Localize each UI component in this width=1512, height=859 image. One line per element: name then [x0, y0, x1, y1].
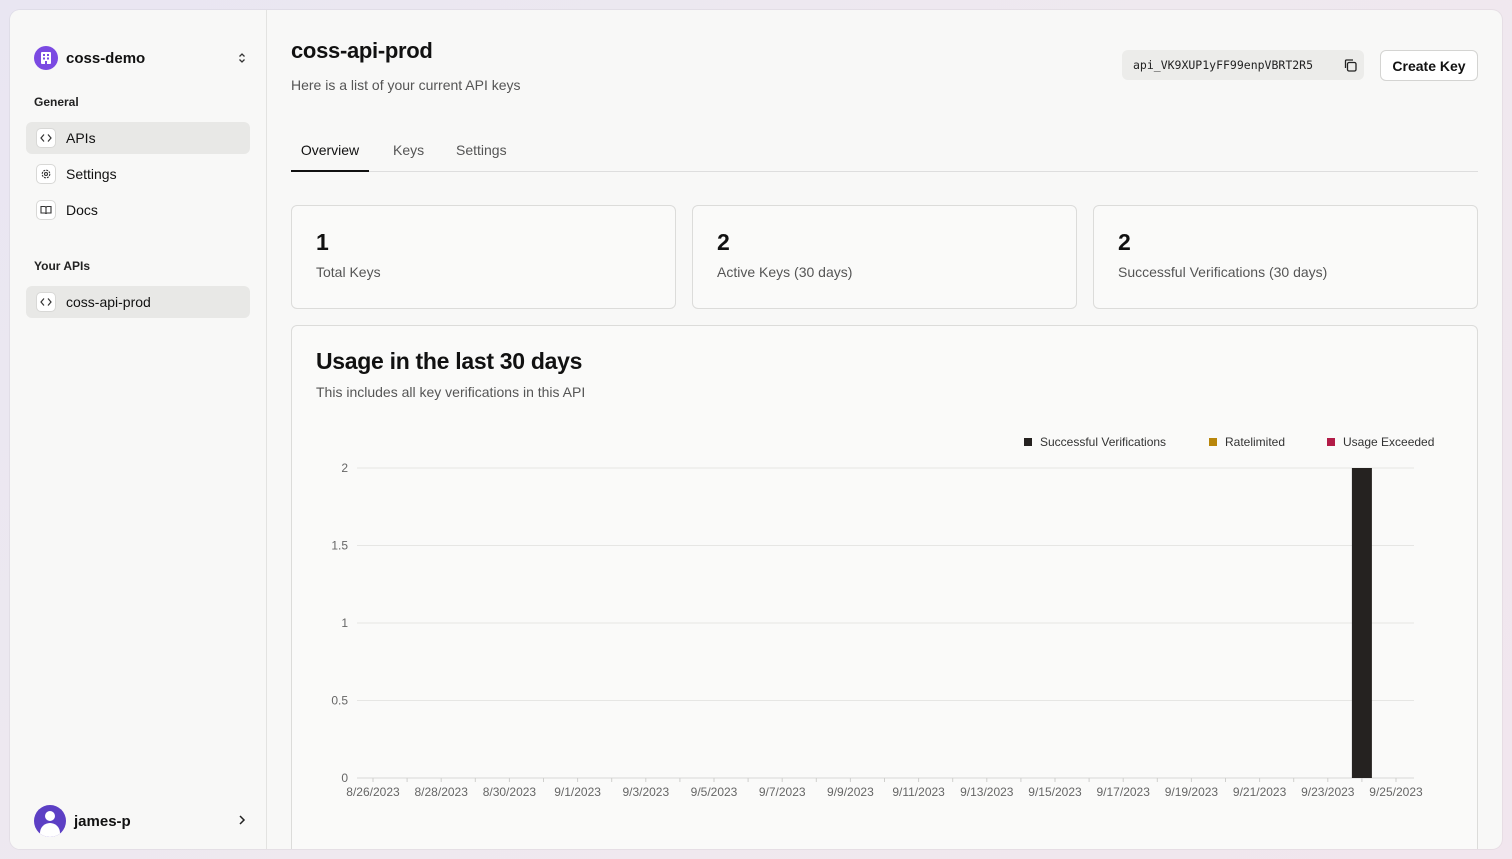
x-tick-label: 9/21/2023	[1233, 785, 1287, 799]
copy-icon[interactable]	[1336, 58, 1364, 73]
y-tick-label: 0	[341, 771, 348, 785]
x-tick-label: 9/7/2023	[759, 785, 806, 799]
chevron-up-down-icon	[238, 52, 246, 64]
sidebar-item-settings[interactable]: Settings	[26, 158, 250, 190]
x-tick-label: 9/19/2023	[1165, 785, 1219, 799]
x-tick-label: 9/25/2023	[1369, 785, 1423, 799]
tab-overview[interactable]: Overview	[291, 134, 369, 172]
bar	[1351, 468, 1372, 778]
api-id-chip: api_VK9XUP1yFF99enpVBRT2R5	[1122, 50, 1364, 80]
sidebar: coss-demo General APIs Settings Docs You…	[10, 10, 267, 849]
x-tick-label: 9/3/2023	[622, 785, 669, 799]
stat-value: 1	[316, 229, 329, 255]
legend-swatch	[1327, 438, 1335, 446]
user-menu[interactable]: james-p	[34, 805, 246, 837]
sidebar-item-label: Docs	[66, 202, 98, 218]
x-tick-label: 9/23/2023	[1301, 785, 1355, 799]
sidebar-item-label: APIs	[66, 130, 96, 146]
stat-label: Successful Verifications (30 days)	[1118, 264, 1328, 280]
workspace-name: coss-demo	[66, 49, 146, 67]
x-tick-label: 9/1/2023	[554, 785, 601, 799]
page-subtitle: Here is a list of your current API keys	[291, 77, 521, 93]
legend-label: Usage Exceeded	[1343, 435, 1434, 449]
workspace-switcher[interactable]: coss-demo	[34, 46, 246, 70]
tab-bar: Overview Keys Settings	[291, 134, 1478, 172]
user-name: james-p	[74, 812, 131, 830]
stat-card-total-keys: 1 Total Keys	[291, 205, 676, 309]
x-tick-label: 9/17/2023	[1097, 785, 1151, 799]
book-icon	[36, 200, 56, 220]
x-tick-label: 8/28/2023	[415, 785, 469, 799]
chevron-right-icon	[238, 813, 246, 829]
gear-icon	[36, 164, 56, 184]
usage-card: Usage in the last 30 days This includes …	[291, 325, 1478, 849]
app-window: coss-demo General APIs Settings Docs You…	[10, 10, 1502, 849]
stat-label: Total Keys	[316, 264, 381, 280]
api-id: api_VK9XUP1yFF99enpVBRT2R5	[1133, 58, 1314, 72]
avatar	[34, 805, 66, 837]
main-content: coss-api-prod Here is a list of your cur…	[267, 10, 1502, 849]
your-apis-section-label: Your APIs	[34, 259, 91, 273]
sidebar-item-docs[interactable]: Docs	[26, 194, 250, 226]
stat-value: 2	[717, 229, 730, 255]
x-tick-label: 9/5/2023	[691, 785, 738, 799]
stat-card-active-keys: 2 Active Keys (30 days)	[692, 205, 1077, 309]
y-tick-label: 0.5	[331, 694, 348, 708]
legend-swatch	[1209, 438, 1217, 446]
legend-swatch	[1024, 438, 1032, 446]
stat-card-successful-verifications: 2 Successful Verifications (30 days)	[1093, 205, 1478, 309]
page-title: coss-api-prod	[291, 38, 433, 63]
legend-label: Successful Verifications	[1040, 435, 1166, 449]
y-tick-label: 1	[341, 616, 348, 630]
y-tick-label: 1.5	[331, 539, 348, 553]
tab-keys[interactable]: Keys	[385, 134, 432, 172]
x-tick-label: 8/30/2023	[483, 785, 537, 799]
x-tick-label: 8/26/2023	[346, 785, 400, 799]
x-tick-label: 9/9/2023	[827, 785, 874, 799]
usage-chart: 0 0.5 1 1.5 2 8/26/2023 8/28/2023 8/30/2023 9/1/…	[331, 435, 1434, 799]
create-key-button[interactable]: Create Key	[1380, 50, 1478, 81]
sidebar-item-label: coss-api-prod	[66, 294, 151, 310]
sidebar-item-apis[interactable]: APIs	[26, 122, 250, 154]
x-tick-label: 9/15/2023	[1028, 785, 1082, 799]
code-icon	[36, 128, 56, 148]
tab-settings[interactable]: Settings	[448, 134, 515, 172]
general-section-label: General	[34, 95, 79, 109]
code-icon	[36, 292, 56, 312]
legend-label: Ratelimited	[1225, 435, 1285, 449]
building-icon	[34, 46, 58, 70]
sidebar-item-coss-api-prod[interactable]: coss-api-prod	[26, 286, 250, 318]
stat-label: Active Keys (30 days)	[717, 264, 853, 280]
stat-value: 2	[1118, 229, 1131, 255]
x-tick-label: 9/13/2023	[960, 785, 1014, 799]
x-tick-label: 9/11/2023	[892, 785, 945, 799]
y-tick-label: 2	[341, 461, 348, 475]
sidebar-item-label: Settings	[66, 166, 117, 182]
